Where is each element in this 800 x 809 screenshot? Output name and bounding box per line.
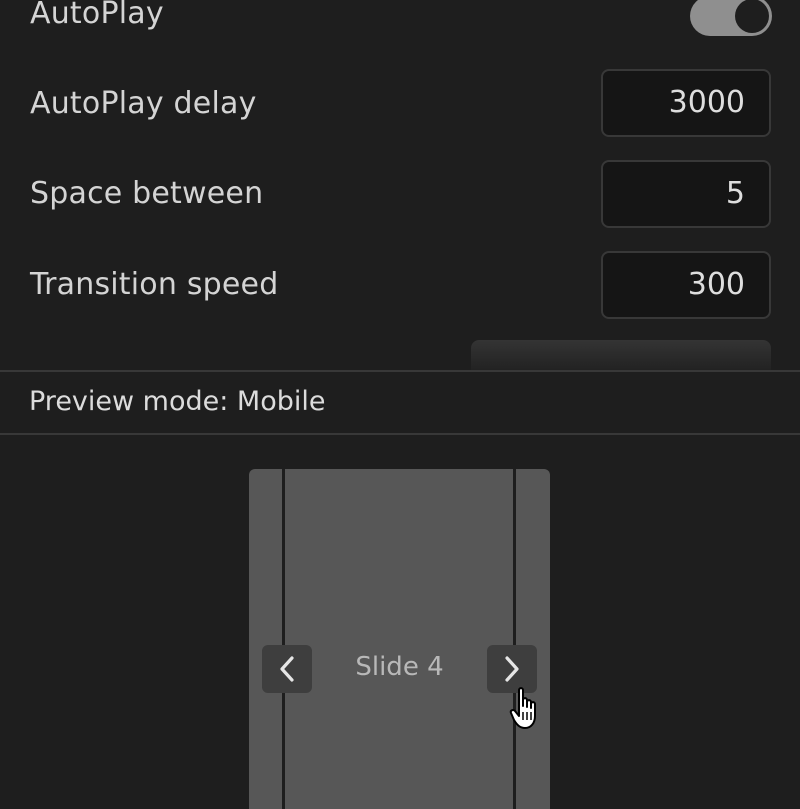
slide-edge-right (513, 469, 516, 809)
prev-slide-button[interactable] (262, 645, 312, 693)
autoplay-toggle[interactable] (690, 0, 772, 36)
space-between-input[interactable]: 5 (601, 160, 771, 228)
space-between-label: Space between (30, 176, 264, 211)
settings-panel: AutoPlay AutoPlay delay 3000 Space betwe… (0, 0, 800, 370)
autoplay-label: AutoPlay (30, 0, 164, 31)
slide-edge-left (282, 469, 285, 809)
toggle-knob (735, 0, 769, 33)
autoplay-delay-input[interactable]: 3000 (601, 69, 771, 137)
transition-speed-input[interactable]: 300 (601, 251, 771, 319)
preview-mode-label: Preview mode: Mobile (29, 386, 326, 417)
mobile-preview-frame: Slide 4 (249, 469, 550, 809)
hand-pointer-icon (509, 687, 536, 729)
scroll-fade (0, 330, 800, 370)
chevron-right-icon (505, 656, 519, 682)
chevron-left-icon (280, 656, 294, 682)
transition-speed-label: Transition speed (30, 267, 279, 302)
autoplay-delay-label: AutoPlay delay (30, 86, 257, 121)
